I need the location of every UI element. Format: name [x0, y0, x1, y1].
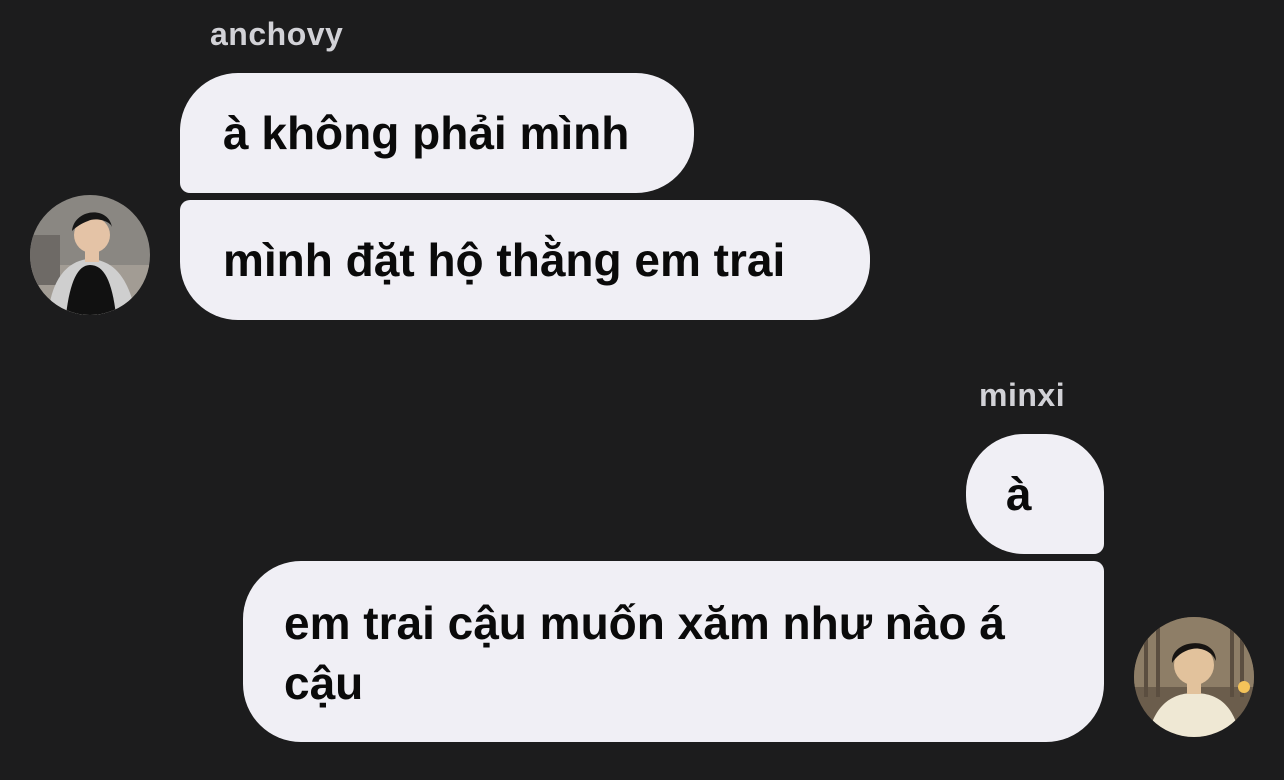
message-text: mình đặt hộ thằng em trai [223, 234, 786, 286]
sender-name-anchovy: anchovy [210, 16, 344, 52]
avatar-anchovy[interactable] [30, 195, 150, 315]
chat-thread: anchovy à không phải mình mình đặt hộ th… [0, 0, 1284, 780]
message-text: em trai cậu muốn xăm như nào á cậu [284, 597, 1005, 709]
message-bubble-incoming-2[interactable]: mình đặt hộ thằng em trai [180, 200, 870, 320]
message-bubble-incoming-1[interactable]: à không phải mình [180, 73, 694, 193]
avatar-minxi[interactable] [1134, 617, 1254, 737]
sender-name-minxi: minxi [979, 377, 1066, 413]
message-text: à [1006, 468, 1032, 520]
user-avatar-photo-icon [1134, 617, 1254, 737]
message-bubble-outgoing-1[interactable]: à [966, 434, 1104, 554]
message-text: à không phải mình [223, 107, 630, 159]
user-avatar-photo-icon [30, 195, 150, 315]
message-bubble-outgoing-2[interactable]: em trai cậu muốn xăm như nào á cậu [243, 561, 1104, 742]
